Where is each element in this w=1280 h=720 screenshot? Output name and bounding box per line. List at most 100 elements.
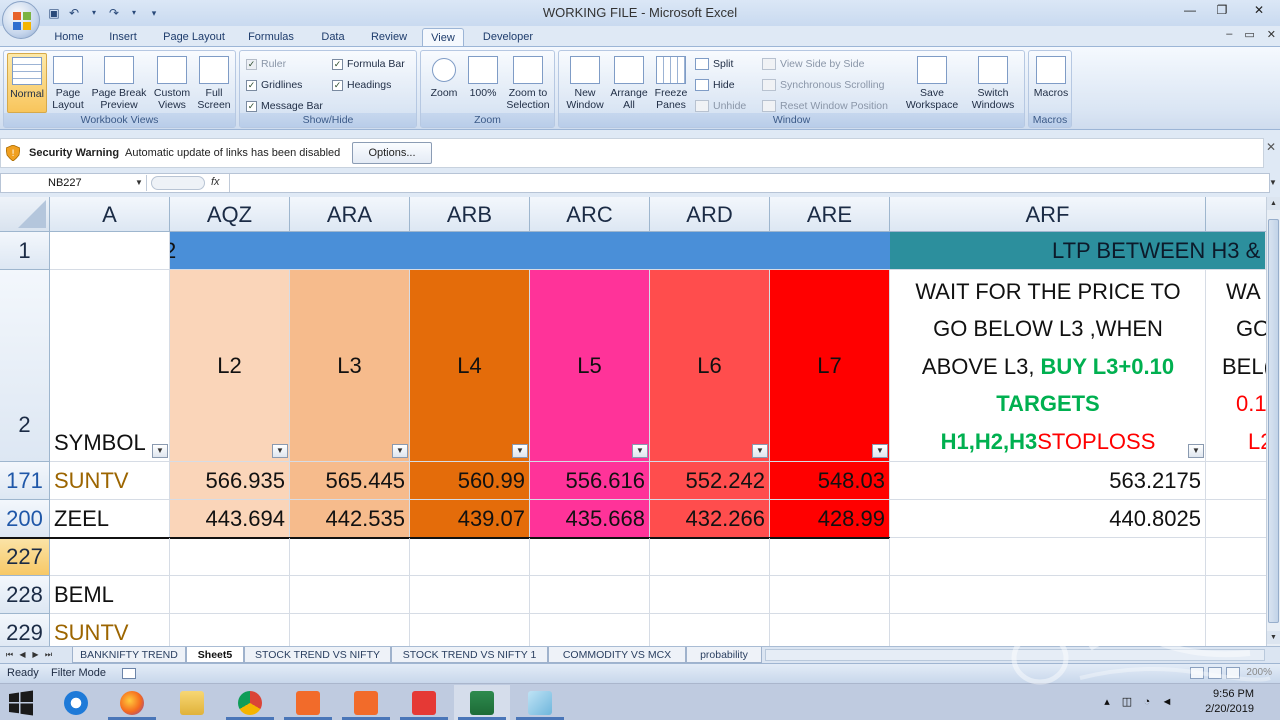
cell-empty[interactable] (1206, 614, 1266, 646)
custom-views-button[interactable]: Custom Views (152, 53, 192, 113)
macros-button[interactable]: Macros (1031, 53, 1071, 113)
tab-page-layout[interactable]: Page Layout (158, 28, 230, 47)
column-header-ara[interactable]: ARA (290, 197, 410, 232)
save-workspace-button[interactable]: Save Workspace (903, 53, 961, 113)
cell-empty[interactable] (770, 614, 890, 646)
cell-empty[interactable] (410, 576, 530, 614)
macro-record-icon[interactable] (122, 668, 136, 679)
tab-home[interactable]: Home (48, 28, 90, 47)
taskbar-recorder[interactable] (280, 685, 336, 720)
sheet-tab-stock-trend-vs-nifty-1[interactable]: STOCK TREND VS NIFTY 1 (391, 647, 548, 663)
cell-empty[interactable] (530, 538, 650, 576)
cell-symbol[interactable]: BEML (50, 576, 170, 614)
taskbar-firefox[interactable] (104, 685, 160, 720)
cell-l6-header[interactable]: L6 ▼ (650, 270, 770, 462)
cell-empty[interactable] (530, 576, 650, 614)
cell-empty[interactable] (290, 576, 410, 614)
sheet-tab-sheet5[interactable]: Sheet5 (186, 647, 244, 663)
zoom-level[interactable]: 200% (1246, 667, 1272, 678)
arrange-all-button[interactable]: Arrange All (609, 53, 649, 113)
sheet-tab-stock-trend-vs-nifty[interactable]: STOCK TREND VS NIFTY (244, 647, 391, 663)
tab-formulas[interactable]: Formulas (242, 28, 300, 47)
synchronous-scrolling-button[interactable]: Synchronous Scrolling (762, 76, 884, 94)
view-side-by-side-button[interactable]: View Side by Side (762, 55, 864, 73)
cell-empty[interactable] (650, 576, 770, 614)
tab-developer[interactable]: Developer (476, 28, 540, 47)
column-header-a[interactable]: A (50, 197, 170, 232)
tab-insert[interactable]: Insert (102, 28, 144, 47)
cell-symbol[interactable] (50, 538, 170, 576)
cell-empty[interactable] (650, 538, 770, 576)
tab-data[interactable]: Data (313, 28, 353, 47)
page-break-preview-button[interactable]: Page Break Preview (89, 53, 149, 113)
formula-input[interactable] (229, 174, 1259, 192)
ruler-checkbox[interactable]: ✓ Ruler (246, 55, 286, 73)
cell-row1-merged-blue[interactable]: 2 (170, 232, 890, 270)
cell-l5-value[interactable]: 435.668 (530, 500, 650, 538)
taskbar-anydesk[interactable] (396, 685, 452, 720)
cell-l5-header[interactable]: L5 ▼ (530, 270, 650, 462)
close-icon[interactable]: ✕ (1266, 140, 1276, 154)
split-button[interactable]: Split (695, 55, 733, 73)
cell-arf-value[interactable]: 440.8025 (890, 500, 1206, 538)
cell-l4-header[interactable]: L4 ▼ (410, 270, 530, 462)
chevron-down-icon[interactable]: ▼ (135, 175, 143, 191)
taskbar-notes[interactable] (512, 685, 568, 720)
cell-l6-value[interactable]: 432.266 (650, 500, 770, 538)
taskbar-file-explorer[interactable] (164, 685, 220, 720)
cell-l4-value[interactable]: 560.99 (410, 462, 530, 500)
horizontal-scrollbar[interactable] (765, 649, 1265, 661)
cell-l7-value[interactable]: 428.99 (770, 500, 890, 538)
vertical-scroll-thumb[interactable] (1268, 219, 1279, 623)
clock-date[interactable]: 2/20/2019 (1205, 703, 1254, 715)
security-options-button[interactable]: Options... (352, 142, 432, 164)
filter-dropdown-icon[interactable]: ▼ (512, 444, 528, 458)
cell-empty[interactable] (170, 614, 290, 646)
restore-button[interactable]: ❐ (1206, 0, 1238, 22)
vertical-scrollbar[interactable]: ▲ ▼ (1266, 197, 1280, 646)
tab-review[interactable]: Review (364, 28, 414, 47)
cell-empty[interactable] (410, 538, 530, 576)
cell-empty[interactable] (890, 614, 1206, 646)
cell-a1[interactable] (50, 232, 170, 270)
cell-empty[interactable] (770, 576, 890, 614)
taskbar-excel[interactable] (454, 685, 510, 720)
tab-view[interactable]: View (422, 28, 464, 47)
filter-dropdown-icon[interactable]: ▼ (752, 444, 768, 458)
cell-next-header[interactable]: WA GO A BEL( 0.1 L2 (1206, 270, 1266, 462)
cell-l2-header[interactable]: L2 ▼ (170, 270, 290, 462)
row-header-229[interactable]: 229 (0, 614, 50, 646)
freeze-panes-button[interactable]: Freeze Panes (651, 53, 691, 113)
column-header-ard[interactable]: ARD (650, 197, 770, 232)
row-header-227[interactable]: 227 (0, 538, 50, 576)
cell-empty[interactable] (290, 614, 410, 646)
sheet-tab-commodity-vs-mcx[interactable]: COMMODITY VS MCX (548, 647, 686, 663)
page-layout-view-button[interactable]: Page Layout (48, 53, 88, 113)
column-header-next[interactable] (1206, 197, 1266, 232)
column-header-aqz[interactable]: AQZ (170, 197, 290, 232)
cell-l7-value[interactable]: 548.03 (770, 462, 890, 500)
cell-l3-value[interactable]: 442.535 (290, 500, 410, 538)
row-header-228[interactable]: 228 (0, 576, 50, 614)
cell-l4-value[interactable]: 439.07 (410, 500, 530, 538)
cell-next[interactable] (1206, 500, 1266, 538)
first-sheet-icon[interactable]: ⏮ (4, 648, 15, 662)
sheet-tab-banknifty-trend[interactable]: BANKNIFTY TREND (72, 647, 186, 663)
normal-view-button[interactable]: Normal (7, 53, 47, 113)
cell-l2-value[interactable]: 443.694 (170, 500, 290, 538)
row-header-200[interactable]: 200 (0, 500, 50, 538)
switch-windows-button[interactable]: Switch Windows (963, 53, 1023, 113)
column-header-arf[interactable]: ARF (890, 197, 1206, 232)
wifi-icon[interactable]: ◔ (1140, 695, 1154, 709)
filter-dropdown-icon[interactable]: ▼ (632, 444, 648, 458)
headings-checkbox[interactable]: ✓ Headings (332, 76, 391, 94)
scroll-up-icon[interactable]: ▲ (1267, 197, 1280, 210)
expand-formula-bar-icon[interactable]: ▼ (1268, 174, 1278, 192)
cell-empty[interactable] (290, 538, 410, 576)
filter-dropdown-icon[interactable]: ▼ (272, 444, 288, 458)
cell-arf-header[interactable]: WAIT FOR THE PRICE TO GO BELOW L3 ,WHEN … (890, 270, 1206, 462)
row-header-171[interactable]: 171 (0, 462, 50, 500)
cell-l6-value[interactable]: 552.242 (650, 462, 770, 500)
scroll-down-icon[interactable]: ▼ (1267, 631, 1280, 644)
insert-function-icon[interactable]: fx (211, 176, 220, 188)
